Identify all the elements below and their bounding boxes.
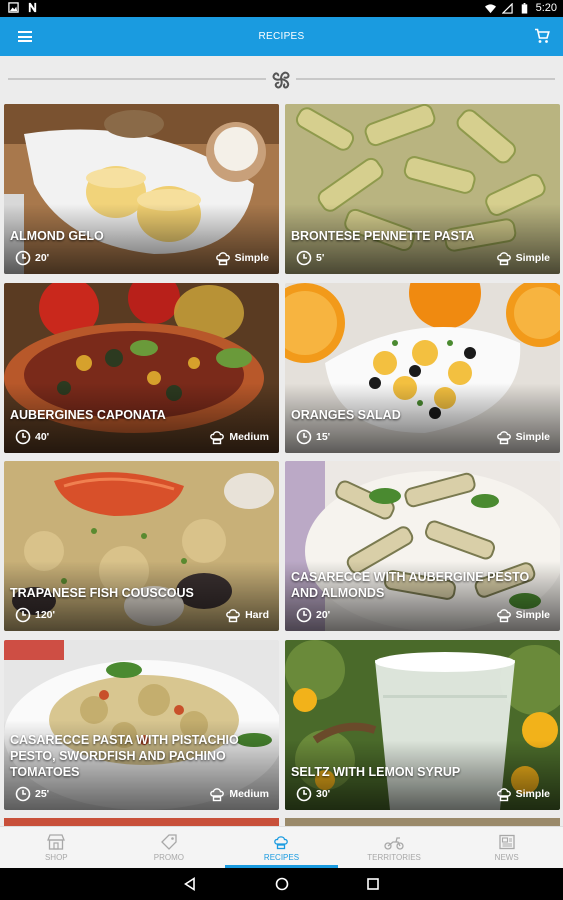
recipe-name: TRAPANESE FISH COUSCOUS — [10, 586, 194, 600]
recipe-card[interactable]: ORANGES SALAD 15' Simple — [285, 283, 560, 453]
recipe-card[interactable]: BRONTESE PENNETTE PASTA 5' Simple — [285, 104, 560, 274]
chef-hat-icon — [226, 609, 240, 623]
recipe-difficulty: Hard — [225, 607, 269, 623]
recipe-difficulty: Medium — [209, 429, 269, 445]
recipe-difficulty: Simple — [215, 250, 269, 266]
shop-icon — [47, 834, 66, 850]
clock-icon — [296, 786, 312, 802]
chef-hat-icon — [496, 431, 511, 445]
recipe-card[interactable]: CASARECCE WITH AUBERGINE PESTO AND ALMON… — [285, 461, 560, 631]
chef-hat-icon — [210, 788, 225, 802]
recipe-card[interactable]: ALMOND GELO 20' Simple — [4, 104, 279, 274]
tag-icon — [160, 834, 177, 850]
recipe-time: 25' — [15, 786, 49, 802]
recipe-difficulty: Simple — [496, 607, 550, 623]
clock-icon — [296, 250, 312, 266]
recipe-time: 120' — [15, 607, 55, 623]
chef-hat-icon — [210, 431, 225, 445]
recipe-name: BRONTESE PENNETTE PASTA — [291, 229, 475, 243]
app-bar: RECIPES — [0, 17, 563, 56]
recipe-name: SELTZ WITH LEMON SYRUP — [291, 765, 461, 779]
recipe-difficulty: Medium — [209, 786, 269, 802]
nav-item-recipes[interactable]: RECIPES — [225, 827, 338, 868]
status-bar: 5:20 — [0, 0, 563, 17]
recipe-card[interactable]: TRAPANESE FISH COUSCOUS 120' Hard — [4, 461, 279, 631]
recipe-time: 40' — [15, 429, 49, 445]
back-icon[interactable] — [183, 877, 197, 891]
recipe-time: 5' — [296, 250, 324, 266]
nav-item-shop[interactable]: SHOP — [0, 827, 113, 868]
chef-hat-icon — [496, 252, 511, 266]
battery-icon — [521, 2, 527, 14]
newspaper-icon — [499, 834, 515, 850]
nav-item-promo[interactable]: PROMO — [113, 827, 226, 868]
moped-icon — [384, 837, 404, 850]
chef-hat-icon — [496, 788, 511, 802]
signal-icon — [501, 2, 513, 14]
recipe-time: 20' — [15, 250, 49, 266]
clock-icon — [15, 429, 31, 445]
bottom-navigation: SHOP PROMO RECIPES TERRITORIES NEWS — [0, 826, 563, 868]
recipe-name: CASARECCE WITH AUBERGINE PESTO AND ALMON… — [291, 570, 530, 600]
recipe-difficulty: Simple — [496, 250, 550, 266]
triskelion-ornament-icon — [266, 65, 296, 93]
page-title: RECIPES — [258, 31, 305, 42]
recipe-time: 20' — [296, 607, 330, 623]
clock-icon — [296, 607, 312, 623]
recipe-difficulty: Simple — [496, 786, 550, 802]
recipe-card[interactable]: CASARECCE PASTA WITH PISTACHIO PESTO, SW… — [4, 640, 279, 810]
cart-icon[interactable] — [534, 28, 550, 44]
system-navigation-bar — [0, 868, 563, 900]
recipe-card[interactable]: SELTZ WITH LEMON SYRUP 30' Simple — [285, 640, 560, 810]
wifi-icon — [484, 3, 496, 13]
recipe-name: ORANGES SALAD — [291, 408, 401, 422]
clock-icon — [15, 250, 31, 266]
recipe-name: CASARECCE PASTA WITH PISTACHIO PESTO, SW… — [10, 733, 239, 779]
recents-icon[interactable] — [366, 877, 380, 891]
n-notification-icon — [28, 2, 37, 13]
nav-item-news[interactable]: NEWS — [450, 827, 563, 868]
clock-icon — [296, 429, 312, 445]
recipe-name: ALMOND GELO — [10, 229, 104, 243]
nav-item-territories[interactable]: TERRITORIES — [338, 827, 451, 868]
chef-hat-icon — [496, 609, 511, 623]
recipe-difficulty: Simple — [496, 429, 550, 445]
home-icon[interactable] — [275, 877, 289, 891]
chef-hat-icon — [215, 252, 230, 266]
clock-icon — [15, 786, 31, 802]
image-notification-icon — [8, 2, 19, 13]
clock-icon — [15, 607, 31, 623]
status-time: 5:20 — [535, 2, 557, 14]
recipe-card[interactable]: AUBERGINES CAPONATA 40' Medium — [4, 283, 279, 453]
recipe-name: AUBERGINES CAPONATA — [10, 408, 166, 422]
recipe-time: 30' — [296, 786, 330, 802]
chef-hat-icon — [274, 836, 289, 850]
recipe-time: 15' — [296, 429, 330, 445]
